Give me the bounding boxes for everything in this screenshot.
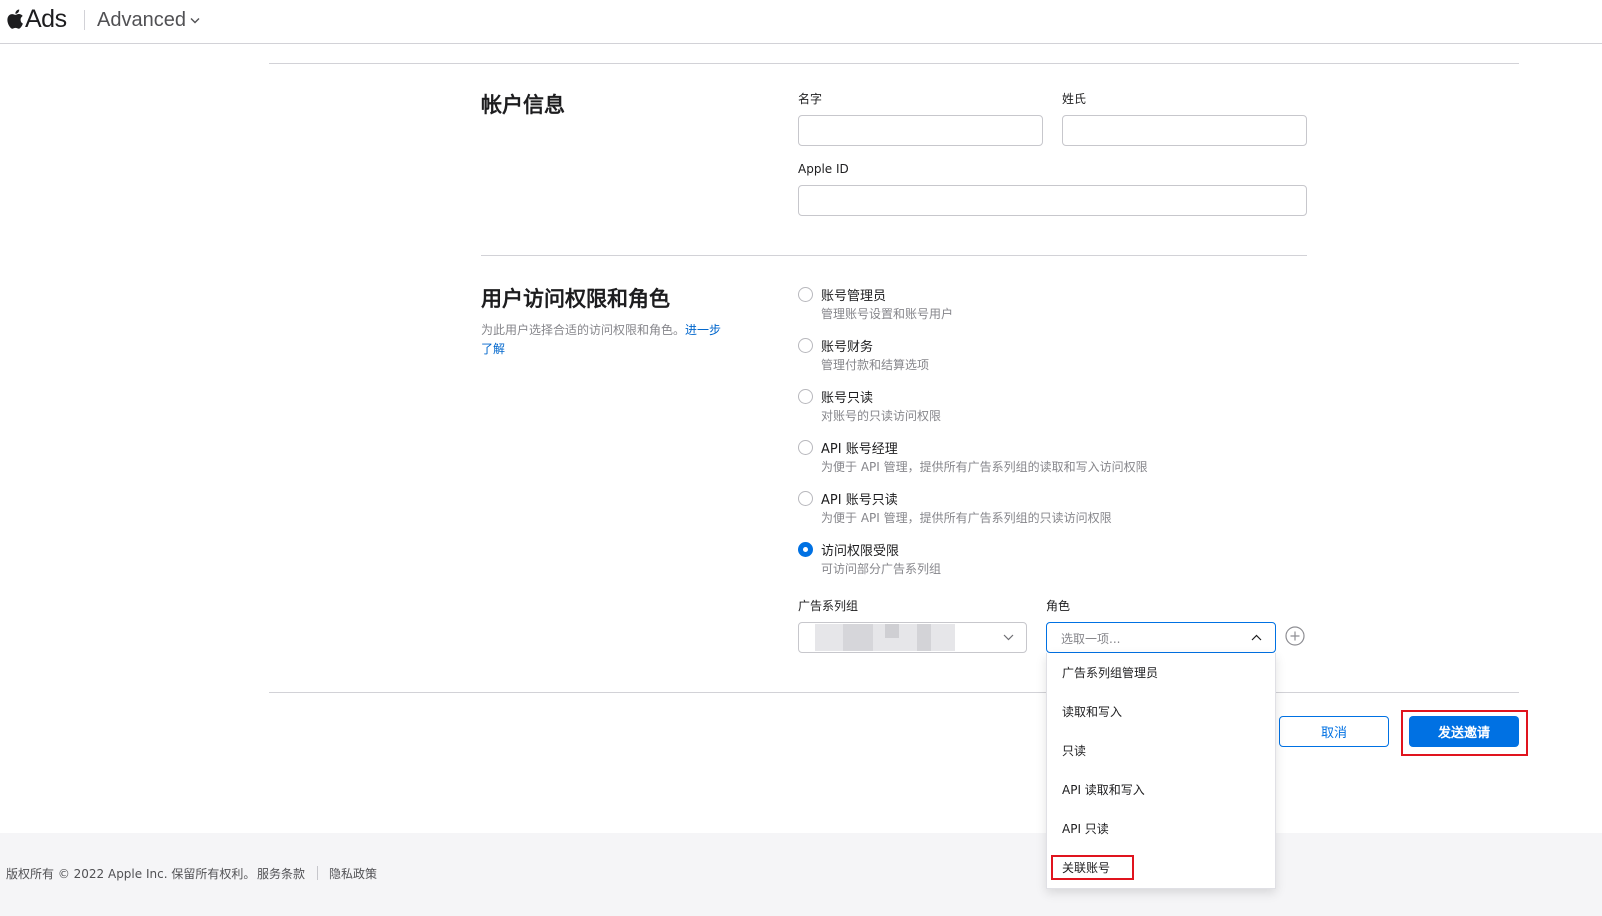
role-option-title: 账号财务: [821, 340, 874, 355]
footer-divider: [317, 866, 318, 880]
dropdown-option[interactable]: 广告系列组管理员: [1062, 664, 1158, 681]
copyright-text: 版权所有 © 2022 Apple Inc. 保留所有权利。: [6, 867, 256, 881]
dropdown-option[interactable]: API 读取和写入: [1062, 781, 1145, 798]
terms-link[interactable]: 服务条款: [257, 865, 305, 882]
last-name-label: 姓氏: [1062, 92, 1087, 106]
learn-more-link[interactable]: 进一步: [685, 323, 721, 337]
radio-button[interactable]: [798, 440, 813, 455]
role-label: 角色: [1046, 599, 1071, 613]
chevron-down-icon: [1003, 634, 1014, 641]
role-option-desc: 管理付款和结算选项: [821, 358, 930, 372]
chevron-up-icon: [1251, 634, 1262, 641]
role-option-title: 账号只读: [821, 391, 874, 406]
apple-logo-icon: [7, 9, 23, 29]
campaign-group-select[interactable]: [798, 622, 1027, 653]
radio-button[interactable]: [798, 338, 813, 353]
role-option-title: API 账号经理: [821, 442, 898, 457]
apple-id-input[interactable]: [798, 185, 1307, 216]
role-option-desc: 为便于 API 管理，提供所有广告系列组的读取和写入访问权限: [821, 460, 1148, 474]
role-option-desc: 为便于 API 管理，提供所有广告系列组的只读访问权限: [821, 511, 1112, 525]
role-option-desc: 可访问部分广告系列组: [821, 562, 942, 576]
product-name: Advanced: [97, 9, 186, 31]
send-invite-button[interactable]: 发送邀请: [1409, 716, 1519, 747]
highlight-box-linked-account: [1051, 855, 1134, 880]
dropdown-option[interactable]: 读取和写入: [1062, 703, 1122, 720]
section-bottom-divider: [269, 692, 1519, 693]
learn-more-link-continued[interactable]: 了解: [481, 342, 505, 356]
privacy-link[interactable]: 隐私政策: [329, 865, 377, 882]
campaign-group-label: 广告系列组: [798, 599, 859, 613]
dropdown-option[interactable]: 只读: [1062, 742, 1086, 759]
radio-button[interactable]: [798, 491, 813, 506]
cancel-button[interactable]: 取消: [1279, 716, 1389, 747]
role-select-placeholder: 选取一项...: [1061, 632, 1121, 646]
role-select[interactable]: 选取一项...: [1046, 622, 1276, 653]
chevron-down-icon: [190, 18, 200, 24]
footer: 版权所有 © 2022 Apple Inc. 保留所有权利。 服务条款 隐私政策: [0, 833, 1602, 916]
add-circle-icon[interactable]: [1285, 626, 1305, 646]
first-name-input[interactable]: [798, 115, 1043, 146]
brand-name: Ads: [25, 4, 67, 33]
role-option-title: 访问权限受限: [821, 544, 900, 559]
role-dropdown-menu: 广告系列组管理员 读取和写入 只读 API 读取和写入 API 只读 关联账号: [1046, 653, 1276, 889]
header-divider: [84, 10, 85, 30]
first-name-label: 名字: [798, 92, 823, 106]
radio-button[interactable]: [798, 287, 813, 302]
apple-id-label: Apple ID: [798, 162, 849, 176]
access-title: 用户访问权限和角色: [481, 287, 670, 311]
section-divider: [481, 255, 1307, 256]
top-nav-bar: Ads Advanced: [0, 0, 1602, 44]
dropdown-option[interactable]: API 只读: [1062, 820, 1109, 837]
role-option-desc: 管理账号设置和账号用户: [821, 307, 954, 321]
access-description-text: 为此用户选择合适的访问权限和角色。: [481, 323, 686, 337]
section-top-divider: [269, 63, 1519, 64]
redacted-value: [815, 624, 955, 651]
role-option-desc: 对账号的只读访问权限: [821, 409, 942, 423]
account-info-title: 帐户信息: [481, 93, 565, 117]
last-name-input[interactable]: [1062, 115, 1307, 146]
access-description: 为此用户选择合适的访问权限和角色。进一步了解: [481, 321, 751, 359]
radio-button-selected[interactable]: [798, 542, 813, 557]
apple-ads-logo[interactable]: Ads: [6, 4, 67, 34]
product-switcher[interactable]: Advanced: [97, 9, 200, 32]
radio-button[interactable]: [798, 389, 813, 404]
role-option-title: 账号管理员: [821, 289, 887, 304]
role-option-title: API 账号只读: [821, 493, 898, 508]
